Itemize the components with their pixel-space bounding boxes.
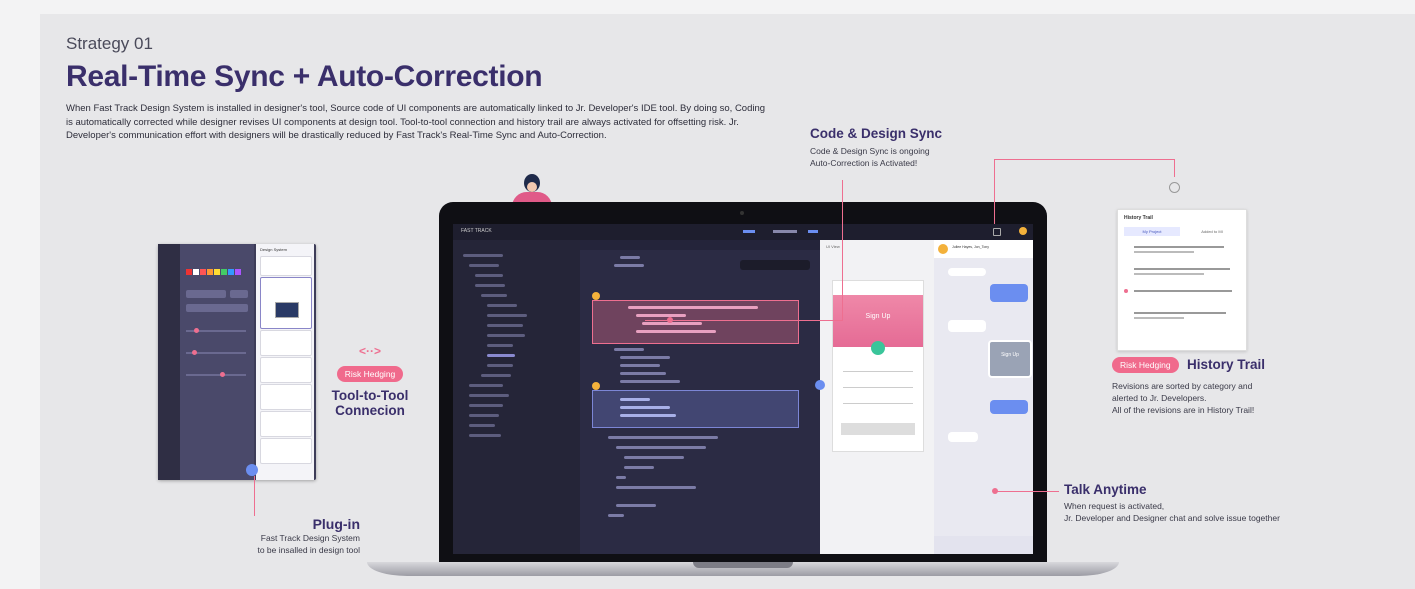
signup-hero: Sign Up <box>833 295 923 347</box>
code-sync-title: Code & Design Sync <box>810 126 943 141</box>
design-system-header: Design System <box>260 247 287 252</box>
sync-handle[interactable] <box>815 380 825 390</box>
ds-component-card[interactable] <box>260 384 312 410</box>
camera <box>740 211 744 215</box>
history-trail-title: History Trail <box>1187 357 1266 373</box>
history-trail-line1: Revisions are sorted by category and <box>1112 381 1253 391</box>
plugin-link-handle[interactable] <box>246 464 258 476</box>
plugin-panel-mockup: Design System <box>158 244 316 480</box>
tab-added[interactable]: Added to MI <box>1184 227 1240 236</box>
plugin-connector <box>254 476 255 516</box>
ide-app-title: FAST TRACK <box>461 228 492 234</box>
risk-hedging-badge: Risk Hedging <box>336 366 404 382</box>
history-row[interactable] <box>1124 242 1240 260</box>
code-sync-line1: Code & Design Sync is ongoing <box>810 146 930 156</box>
page-title: Real-Time Sync + Auto-Correction <box>66 60 543 93</box>
chat-image-attachment[interactable]: Sign Up <box>988 340 1032 378</box>
phone-mockup: Sign Up <box>832 280 924 452</box>
risk-hedging-badge-2: Risk Hedging <box>1112 356 1179 373</box>
plugin-title: Plug-in <box>312 516 360 532</box>
plugin-callout: Plug-in Fast Track Design System to be i… <box>170 516 360 556</box>
laptop-notch <box>693 562 793 568</box>
synced-code-highlight <box>592 390 799 428</box>
sync-dot <box>667 317 673 323</box>
ui-preview-pane: UI View Sign Up <box>820 240 934 554</box>
chat-pane: Jullee Hayes, Jon_Tony Sign Up <box>934 240 1033 554</box>
history-card-title: History Trail <box>1124 215 1153 221</box>
color-swatches <box>186 262 242 280</box>
history-connector-v2 <box>1174 159 1175 177</box>
ds-component-card[interactable] <box>260 256 312 276</box>
code-sync-connector <box>842 180 843 320</box>
chat-image-text: Sign Up <box>1001 352 1019 358</box>
chat-input[interactable] <box>934 536 1033 554</box>
tab-my-project[interactable]: My Project <box>1124 227 1180 236</box>
plugin-toolbar <box>158 244 180 480</box>
history-trail-line3: All of the revisions are in History Trai… <box>1112 405 1255 415</box>
history-row[interactable] <box>1124 264 1240 282</box>
history-connector-v <box>994 159 995 224</box>
preview-tab: UI View <box>826 244 840 249</box>
ds-component-card[interactable] <box>260 357 312 383</box>
code-editor <box>580 240 820 554</box>
form-submit[interactable] <box>841 423 915 435</box>
talk-connector <box>995 491 1059 492</box>
history-trail-card: History Trail My Project Added to MI <box>1117 209 1247 351</box>
chat-header: Jullee Hayes, Jon_Tony <box>934 240 1033 258</box>
history-icon[interactable] <box>993 228 1001 236</box>
code-sync-line2: Auto-Correction is Activated! <box>810 158 918 168</box>
signup-button-label: Sign Up <box>865 313 891 320</box>
code-sync-connector-h <box>645 320 843 321</box>
ide-screen: FAST TRACK UI View Sign Up Jullee Hayes,… <box>453 224 1033 554</box>
ds-component-card[interactable] <box>260 277 312 329</box>
talk-line2: Jr. Developer and Designer chat and solv… <box>1064 513 1280 523</box>
plugin-line1: Fast Track Design System <box>260 533 360 543</box>
plugin-line2: to be insalled in design tool <box>257 545 360 555</box>
editor-toolbar[interactable] <box>740 260 810 270</box>
history-connector-h <box>994 159 1174 160</box>
intro-paragraph: When Fast Track Design System is install… <box>66 103 766 141</box>
clock-icon <box>1169 182 1180 193</box>
talk-title: Talk Anytime <box>1064 482 1147 497</box>
ds-component-card[interactable] <box>260 330 312 356</box>
file-tree <box>453 240 580 554</box>
history-trail-line2: alerted to Jr. Developers. <box>1112 393 1207 403</box>
plugin-properties <box>180 244 254 480</box>
user-avatar[interactable] <box>1019 227 1027 235</box>
talk-anytime-callout: Talk Anytime When request is activated, … <box>1064 482 1364 524</box>
history-trail-callout: Risk Hedging History Trail Revisions are… <box>1112 356 1342 416</box>
talk-line1: When request is activated, <box>1064 501 1165 511</box>
history-row[interactable] <box>1124 286 1240 304</box>
tool-to-tool-line2: Connecion <box>335 403 405 418</box>
tool-to-tool-line1: Tool-to-Tool <box>331 388 409 403</box>
history-row[interactable] <box>1124 308 1240 326</box>
strategy-eyebrow: Strategy 01 <box>66 34 153 53</box>
canvas: Strategy 01 Real-Time Sync + Auto-Correc… <box>40 14 1415 589</box>
ide-topbar: FAST TRACK <box>453 224 1033 240</box>
ds-component-card[interactable] <box>260 438 312 464</box>
chat-contact: Jullee Hayes, Jon_Tony <box>952 245 989 249</box>
tool-to-tool-callout: <··> Risk Hedging Tool-to-Tool Connecion <box>330 344 410 418</box>
link-arrows-icon: <··> <box>358 344 381 358</box>
ds-component-card[interactable] <box>260 411 312 437</box>
code-design-sync-callout: Code & Design Sync Code & Design Sync is… <box>810 126 970 169</box>
